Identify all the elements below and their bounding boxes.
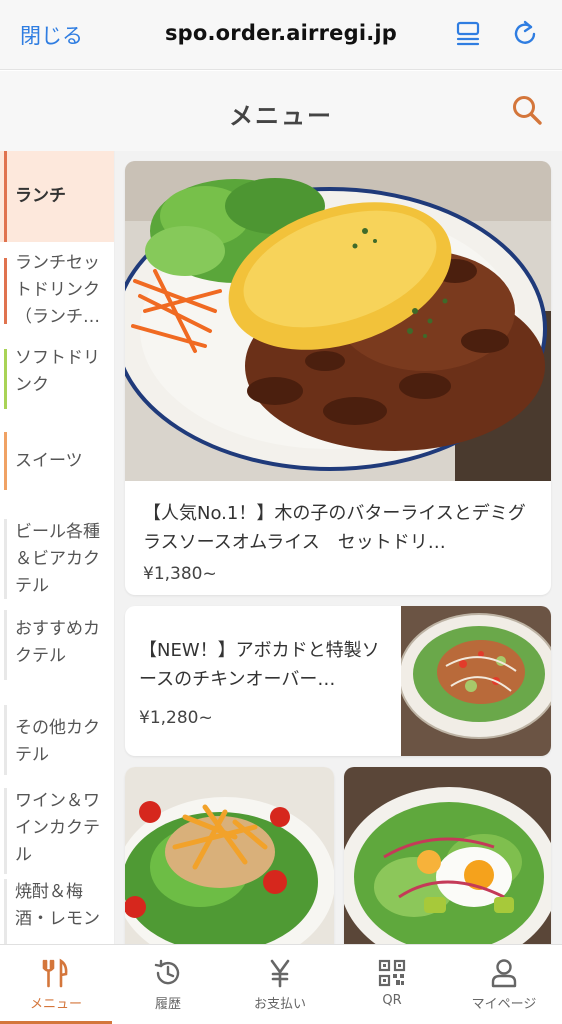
page-header: メニュー [0, 71, 562, 151]
menu-item-card[interactable]: 【人気No.1！】木の子のバターライスとデミグラスソースオムライス セットドリ…… [125, 161, 551, 595]
tab-label: お支払い [253, 997, 306, 1012]
tab-mypage[interactable]: マイページ [448, 945, 560, 1024]
category-marker [4, 258, 7, 324]
sidebar-item-label: ランチセットドリンク（ランチ… [15, 253, 100, 327]
tab-label: QR [382, 993, 402, 1008]
tab-payment[interactable]: お支払い [224, 945, 336, 1024]
tab-label: マイページ [471, 997, 537, 1012]
sidebar-item-label: ソフトドリンク [15, 348, 100, 395]
category-sidebar: ランチ ランチセットドリンク（ランチ… ソフトドリンク スイーツ ビール各種＆ビ… [0, 151, 115, 944]
category-marker [4, 519, 7, 599]
reload-icon[interactable] [510, 18, 540, 48]
sidebar-item-soft-drink[interactable]: ソフトドリンク [0, 333, 114, 424]
sidebar-item-label: ワイン＆ワインカクテル [15, 791, 100, 865]
search-icon[interactable] [510, 93, 544, 127]
tab-menu[interactable]: メニュー [0, 945, 112, 1024]
yen-icon [270, 959, 290, 988]
page-title: メニュー [229, 102, 333, 130]
category-marker [4, 879, 7, 944]
tab-qr[interactable]: QR [336, 945, 448, 1024]
menu-item-price: ¥1,380~ [143, 564, 217, 584]
category-marker [4, 705, 7, 775]
omurice-photo [125, 161, 551, 481]
sidebar-item-shochu[interactable]: 焼酎＆梅酒・レモン [0, 879, 114, 944]
category-marker [4, 349, 7, 409]
sidebar-item-label: その他カクテル [15, 718, 100, 765]
menu-item-title: 【NEW！】アボカドと特製ソースのチキンオーバー… [139, 640, 380, 690]
chicken-over-rice-photo [398, 606, 551, 756]
sidebar-item-label: おすすめカクテル [15, 619, 100, 666]
sidebar-item-label: ランチ [15, 186, 66, 206]
sidebar-item-label: ビール各種＆ビアカクテル [15, 522, 100, 596]
sidebar-item-lunch[interactable]: ランチ [0, 151, 114, 242]
history-icon [154, 959, 180, 985]
menu-item-card[interactable] [344, 767, 551, 944]
category-marker [4, 151, 7, 242]
sidebar-item-label: スイーツ [15, 451, 83, 471]
sidebar-item-wine[interactable]: ワイン＆ワインカクテル [0, 788, 114, 879]
list-icon[interactable] [454, 18, 484, 48]
sidebar-item-lunch-set-drink[interactable]: ランチセットドリンク（ランチ… [0, 242, 114, 333]
menu-item-price: ¥1,280~ [139, 708, 213, 728]
sidebar-item-recommended-cocktail[interactable]: おすすめカクテル [0, 606, 114, 697]
salad-egg-photo [344, 767, 551, 944]
sidebar-item-label: 焼酎＆梅酒・レモン [15, 882, 100, 929]
tab-label: メニュー [29, 997, 82, 1012]
menu-item-title: 【人気No.1！】木の子のバターライスとデミグラスソースオムライス セットドリ… [143, 503, 526, 553]
fork-knife-icon [42, 958, 68, 988]
menu-list: 【人気No.1！】木の子のバターライスとデミグラスソースオムライス セットドリ…… [115, 151, 562, 944]
taco-rice-photo [125, 767, 334, 944]
qr-code-icon [378, 959, 406, 987]
sidebar-item-other-cocktail[interactable]: その他カクテル [0, 697, 114, 788]
category-marker [4, 432, 7, 490]
sidebar-item-sweets[interactable]: スイーツ [0, 424, 114, 515]
tab-history[interactable]: 履歴 [112, 945, 224, 1024]
user-icon [491, 959, 517, 988]
browser-bar: 閉じる spo.order.airregi.jp [0, 0, 562, 70]
tab-label: 履歴 [154, 997, 181, 1012]
category-marker [4, 788, 7, 874]
menu-item-card[interactable] [125, 767, 334, 944]
sidebar-item-beer[interactable]: ビール各種＆ビアカクテル [0, 515, 114, 606]
menu-item-card[interactable]: 【NEW！】アボカドと特製ソースのチキンオーバー… ¥1,280~ [125, 606, 551, 756]
bottom-tab-bar: メニュー 履歴 お支払い QR マイページ [0, 944, 562, 1024]
category-marker [4, 610, 7, 680]
